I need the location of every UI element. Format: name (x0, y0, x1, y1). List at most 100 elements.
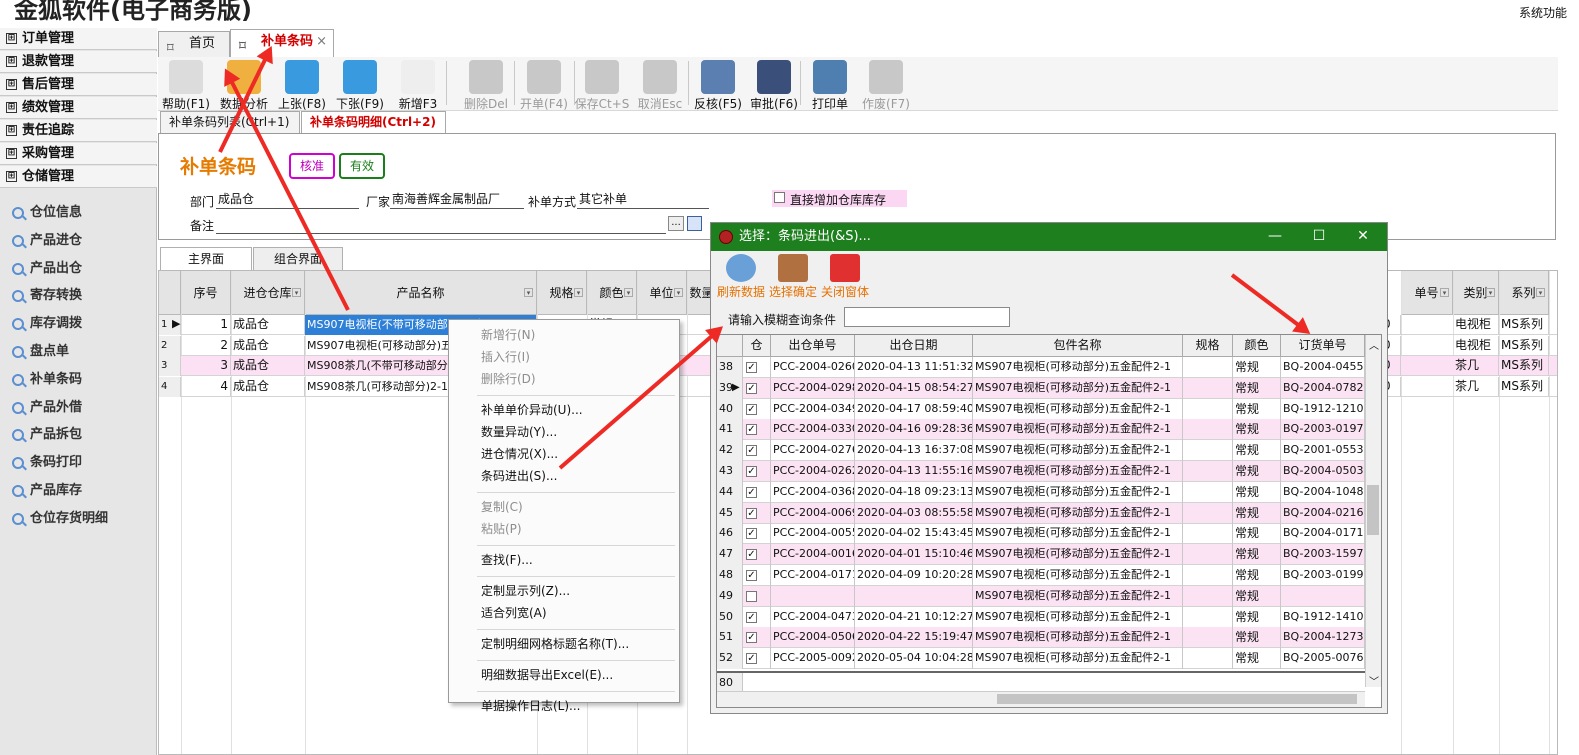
checkbox-cell[interactable]: ✓ (743, 377, 771, 399)
table-row[interactable]: 45 ✓ PCC-2004-0069 2020-04-03 08:55:58 MS907… (717, 502, 1365, 524)
dropdown-arrow-icon[interactable]: ▾ (1440, 288, 1449, 297)
maximize-icon[interactable]: ☐ (1297, 223, 1341, 251)
system-functions-menu[interactable]: 系统功能 (1519, 4, 1567, 21)
toolbar-button-7[interactable]: 保存Ct+S (574, 57, 630, 111)
toolbar-button-2[interactable]: 上张(F8) (274, 57, 330, 111)
row-checkbox[interactable]: ✓ (746, 424, 757, 436)
query-input[interactable] (844, 307, 1010, 327)
h-scroll-thumb[interactable] (997, 694, 1357, 704)
table-row[interactable]: 43 ✓ PCC-2004-0262 2020-04-13 11:55:16 MS907… (717, 461, 1365, 482)
checkbox-cell[interactable]: ✓ (743, 648, 771, 670)
table-row[interactable]: 42 ✓ PCC-2004-0276 2020-04-13 16:37:08 MS907… (717, 440, 1365, 462)
table-row[interactable]: 41 ✓ PCC-2004-0330 2020-04-16 09:28:36 MS907… (717, 419, 1365, 441)
close-tab-icon[interactable]: × (316, 30, 327, 54)
table-row[interactable]: 38 ✓ PCC-2004-0260 2020-04-13 11:51:32 MS907… (717, 357, 1365, 378)
row-checkbox[interactable]: ✓ (746, 611, 757, 623)
sidebar-menu-5[interactable]: ⊞ 采购管理 (0, 143, 157, 165)
context-menu-item[interactable]: 定制显示列(Z)... (481, 582, 570, 599)
checkbox-cell[interactable]: ✓ (743, 502, 771, 524)
tab-barcode-detail[interactable]: 补单条码明细(Ctrl+2) (301, 111, 446, 133)
stock-option[interactable]: 直接增加仓库库存 (772, 190, 907, 207)
context-menu-item[interactable]: 新增行(N) (481, 326, 535, 343)
checkbox-cell[interactable]: ✓ (743, 523, 771, 545)
checkbox-cell[interactable]: ✓ (743, 565, 771, 586)
context-menu-item[interactable]: 复制(C) (481, 498, 523, 515)
sidebar-nav-item-1[interactable]: 产品进仓 (12, 230, 82, 252)
tab-combined[interactable]: 组合界面 (253, 247, 343, 271)
method-field[interactable]: 其它补单 (577, 191, 709, 209)
dialog-button-1[interactable]: 选择确定 (767, 251, 819, 299)
dropdown-arrow-icon[interactable]: ▾ (674, 288, 683, 297)
table-row[interactable]: 47 ✓ PCC-2004-0016 2020-04-01 15:10:46 MS907… (717, 544, 1365, 566)
scroll-thumb[interactable] (1367, 485, 1379, 535)
row-checkbox[interactable]: ✓ (746, 570, 757, 581)
toolbar-button-0[interactable]: 帮助(F1) (158, 57, 214, 111)
sidebar-nav-item-2[interactable]: 产品出仓 (12, 258, 82, 280)
row-checkbox[interactable]: ✓ (746, 528, 757, 540)
toolbar-button-9[interactable]: 反核(F5) (690, 57, 746, 111)
table-row[interactable]: 52 ✓ PCC-2005-0092 2020-05-04 10:04:28 MS907… (717, 648, 1365, 670)
sidebar-menu-6[interactable]: ⊞ 仓储管理 (0, 166, 157, 188)
table-row[interactable]: 50 ✓ PCC-2004-0473 2020-04-21 10:12:27 MS907… (717, 606, 1365, 628)
row-checkbox[interactable]: ✓ (746, 653, 757, 665)
sidebar-nav-item-4[interactable]: 库存调拨 (12, 313, 82, 335)
tab-home[interactable]: ⌑ 首页 (158, 31, 230, 57)
dropdown-arrow-icon[interactable]: ▾ (1486, 288, 1495, 297)
checkbox-cell[interactable] (743, 585, 771, 607)
context-menu-item[interactable]: 单据操作日志(L)... (481, 697, 581, 714)
checkbox-cell[interactable]: ✓ (743, 461, 771, 482)
sidebar-menu-1[interactable]: ⊞ 退款管理 (0, 51, 157, 73)
checkbox-cell[interactable]: ✓ (743, 606, 771, 628)
remark-field[interactable] (216, 216, 666, 234)
toolbar-button-11[interactable]: 打印单 (804, 57, 856, 111)
row-checkbox[interactable]: ✓ (746, 445, 757, 457)
row-checkbox[interactable]: ✓ (746, 382, 757, 394)
context-menu-item[interactable]: 定制明细网格标题名称(T)... (481, 635, 629, 652)
row-checkbox[interactable]: ✓ (746, 549, 757, 561)
row-checkbox[interactable]: ✓ (746, 486, 757, 498)
sidebar-nav-item-0[interactable]: 仓位信息 (12, 202, 82, 224)
dropdown-arrow-icon[interactable]: ▾ (524, 288, 533, 297)
dropdown-arrow-icon[interactable]: ▾ (1536, 288, 1545, 297)
sidebar-menu-2[interactable]: ⊞ 售后管理 (0, 74, 157, 96)
tab-replenish-barcode[interactable]: ⌑ 补单条码 × (230, 29, 334, 58)
context-menu-item[interactable]: 明细数据导出Excel(E)... (481, 666, 613, 683)
row-checkbox[interactable] (746, 590, 757, 602)
context-menu-item[interactable]: 适合列宽(A) (481, 604, 547, 621)
toolbar-button-8[interactable]: 取消Esc (632, 57, 688, 111)
sidebar-nav-item-11[interactable]: 仓位存货明细 (12, 508, 108, 530)
sidebar-menu-3[interactable]: ⊞ 绩效管理 (0, 97, 157, 119)
toolbar-button-3[interactable]: 下张(F9) (332, 57, 388, 111)
checkbox-cell[interactable]: ✓ (743, 544, 771, 566)
row-checkbox[interactable]: ✓ (746, 466, 757, 477)
context-menu-item[interactable]: 粘贴(P) (481, 520, 522, 537)
dropdown-arrow-icon[interactable]: ▾ (624, 288, 633, 297)
dropdown-arrow-icon[interactable]: ▾ (574, 288, 583, 297)
table-row[interactable]: 40 ✓ PCC-2004-0349 2020-04-17 08:59:40 MS907… (717, 398, 1365, 420)
toolbar-button-4[interactable]: 新增F3 (390, 57, 446, 111)
checkbox-cell[interactable]: ✓ (743, 627, 771, 649)
table-row[interactable]: 48 ✓ PCC-2004-0171 2020-04-09 10:20:28 MS907… (717, 565, 1365, 586)
minimize-icon[interactable]: — (1253, 223, 1297, 251)
row-checkbox[interactable]: ✓ (746, 507, 757, 519)
sidebar-menu-4[interactable]: ⊞ 责任追踪 (0, 120, 157, 142)
toolbar-button-12[interactable]: 作废(F7) (858, 57, 914, 111)
context-menu-item[interactable]: 插入行(I) (481, 348, 530, 365)
toolbar-button-6[interactable]: 开单(F4) (516, 57, 572, 111)
row-checkbox[interactable]: ✓ (746, 403, 757, 415)
sidebar-nav-item-8[interactable]: 产品拆包 (12, 424, 82, 446)
sidebar-nav-item-6[interactable]: 补单条码 (12, 369, 82, 391)
stock-checkbox[interactable] (774, 192, 785, 203)
more-button[interactable]: ... (668, 216, 684, 231)
sidebar-nav-item-10[interactable]: 产品库存 (12, 480, 82, 502)
close-icon[interactable]: ✕ (1341, 223, 1385, 251)
sidebar-nav-item-7[interactable]: 产品外借 (12, 397, 82, 419)
checkbox-cell[interactable]: ✓ (743, 419, 771, 441)
context-menu-item[interactable]: 数量异动(Y)... (481, 423, 557, 440)
dropdown-arrow-icon[interactable]: ▾ (292, 288, 301, 297)
checkbox-cell[interactable]: ✓ (743, 481, 771, 503)
scroll-down-icon[interactable]: ﹀ (1369, 673, 1379, 688)
dialog-button-0[interactable]: 刷新数据 (715, 251, 767, 299)
toolbar-button-10[interactable]: 审批(F6) (746, 57, 802, 111)
context-menu-item[interactable]: 条码进出(S)... (481, 467, 557, 484)
